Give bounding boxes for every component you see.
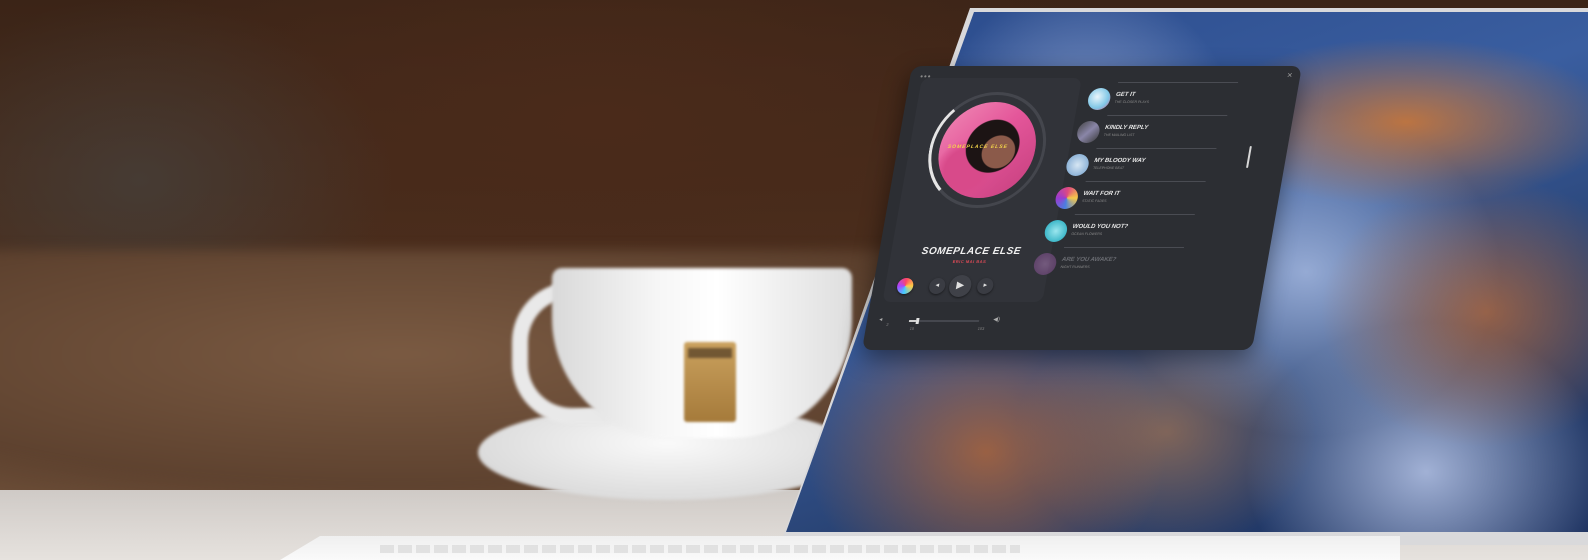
track-subtitle: TELEPHONE BEAT	[1092, 166, 1125, 170]
track-thumbnail	[1053, 187, 1080, 209]
bottom-bar: ◂ 2 10 103 ◀)	[876, 312, 1021, 338]
list-item[interactable]: WOULD YOU NOT? OCEAN FLOWERS	[1042, 214, 1237, 248]
play-button[interactable]: ▶	[947, 275, 974, 297]
track-thumbnail	[1075, 121, 1102, 143]
duration-label: 103	[977, 326, 985, 331]
music-player-window: ••• × SOMEPLACE ELSE SOMEPLACE ELSE ERIC…	[861, 66, 1302, 350]
track-subtitle: OCEAN FLOWERS	[1071, 232, 1103, 236]
track-thumbnail	[1086, 88, 1113, 110]
track-thumbnail	[1032, 253, 1059, 275]
tea-tag	[684, 342, 736, 422]
track-title: WOULD YOU NOT?	[1072, 224, 1129, 230]
shuffle-icon[interactable]: ◂	[879, 316, 883, 323]
divider	[1118, 82, 1239, 83]
track-thumbnail	[1042, 220, 1069, 242]
track-artist: ERIC MAI BAS	[952, 259, 987, 264]
list-item[interactable]: ARE YOU AWAKE? NIGHT RUNNERS	[1031, 247, 1226, 281]
next-button[interactable]: ▸	[975, 278, 995, 294]
divider	[1063, 247, 1185, 248]
color-wheel-icon[interactable]	[895, 278, 915, 294]
track-subtitle: THE CLOSER PLAYS	[1114, 100, 1150, 104]
divider	[1096, 148, 1217, 149]
album-art-text: SOMEPLACE ELSE	[947, 144, 1009, 150]
divider	[1107, 115, 1228, 116]
close-icon[interactable]: ×	[1286, 70, 1293, 80]
counter-label: 2	[885, 322, 890, 327]
volume-icon[interactable]: ◀)	[993, 316, 1001, 323]
track-title: KINDLY REPLY	[1104, 125, 1149, 131]
track-title: MY BLOODY WAY	[1093, 158, 1146, 164]
list-item[interactable]: WAIT FOR IT STATIC FADES	[1053, 181, 1248, 215]
photo-scene: ••• × SOMEPLACE ELSE SOMEPLACE ELSE ERIC…	[0, 0, 1588, 560]
elapsed-label: 10	[909, 326, 915, 331]
list-item[interactable]: MY BLOODY WAY TELEPHONE BEAT	[1064, 148, 1259, 182]
track-title: GET IT	[1115, 92, 1136, 98]
seek-bar[interactable]	[908, 318, 980, 324]
track-thumbnail	[1064, 154, 1091, 176]
track-subtitle: STATIC FADES	[1081, 199, 1107, 203]
playback-controls: ◂ ▶ ▸	[895, 275, 1039, 298]
seek-knob[interactable]	[915, 318, 920, 324]
track-title: ARE YOU AWAKE?	[1061, 257, 1117, 263]
track-title: SOMEPLACE ELSE	[920, 246, 1022, 257]
list-item[interactable]: KINDLY REPLY THE MAILING LIST	[1074, 115, 1269, 149]
track-subtitle: THE MAILING LIST	[1103, 133, 1135, 137]
track-subtitle: NIGHT RUNNERS	[1060, 265, 1091, 269]
keyboard-keys	[380, 545, 1020, 553]
playlist: GET IT THE CLOSER PLAYS KINDLY REPLY THE…	[1032, 82, 1286, 296]
list-item[interactable]: GET IT THE CLOSER PLAYS	[1085, 82, 1280, 116]
previous-button[interactable]: ◂	[927, 278, 947, 294]
divider	[1074, 214, 1195, 215]
divider	[1085, 181, 1206, 182]
track-title: WAIT FOR IT	[1082, 191, 1121, 197]
